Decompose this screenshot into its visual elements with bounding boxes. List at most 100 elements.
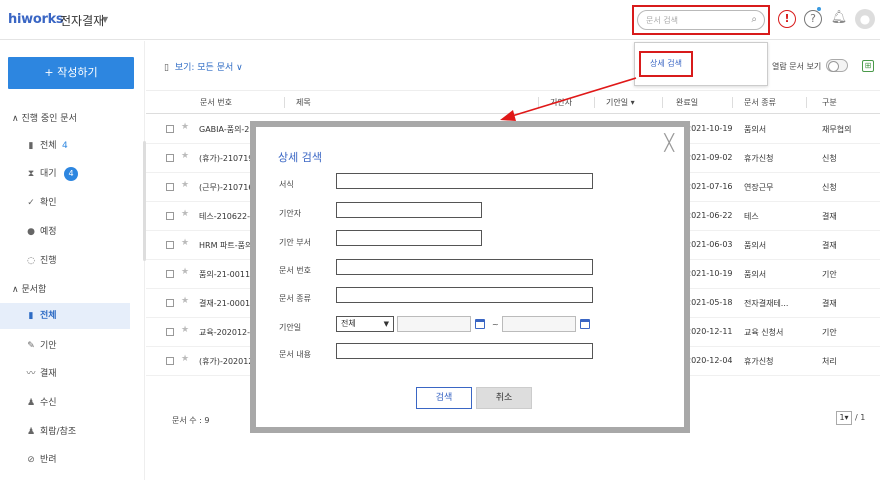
help-icon[interactable]: ?: [804, 10, 822, 28]
star-icon[interactable]: ★: [181, 122, 189, 132]
app-title[interactable]: 전자결재: [60, 12, 104, 29]
row-checkbox[interactable]: [166, 328, 174, 336]
row-checkbox[interactable]: [166, 241, 174, 249]
label-dept: 기안 부서: [279, 238, 311, 247]
star-icon[interactable]: ★: [181, 238, 189, 248]
sidebar-item-waiting[interactable]: ⧗ 대기 4: [0, 161, 130, 187]
table-header: 문서 번호 제목 기안자 기안일 ▾ 완료일 문서 종류 구분: [146, 90, 880, 114]
star-icon[interactable]: ★: [181, 151, 189, 161]
cell-doc-number[interactable]: (휴가)-210719-: [199, 153, 256, 164]
detail-search-option[interactable]: 상세 검색: [639, 51, 693, 77]
detail-search-modal: 상세 검색 ╳ 서식 기안자 기안 부서 문서 번호 문서 종류 기안일 전체 ▼…: [256, 127, 684, 427]
cell-doc-number[interactable]: 품의-21-0011: [199, 269, 250, 280]
sidebar-item-approval[interactable]: 〰 결재: [0, 361, 130, 387]
search-button[interactable]: 검색: [416, 387, 472, 409]
cell-doc-number[interactable]: 교육-202012-0: [199, 327, 255, 338]
cell-doc-number[interactable]: 결재-21-0001: [199, 298, 250, 309]
write-button[interactable]: + 작성하기: [8, 57, 134, 89]
row-checkbox[interactable]: [166, 270, 174, 278]
cell-doc-number[interactable]: (휴가)-202012: [199, 356, 253, 367]
sidebar-item-all-progress[interactable]: ▮ 전체 4: [0, 133, 130, 159]
doc-number-input[interactable]: [336, 259, 593, 275]
col-doc-type[interactable]: 문서 종류: [744, 97, 776, 108]
col-drafter[interactable]: 기안자: [550, 97, 572, 108]
cancel-button[interactable]: 취소: [476, 387, 532, 409]
sidebar-item-scheduled[interactable]: ● 예정: [0, 219, 130, 245]
logo[interactable]: hiworks: [8, 12, 64, 27]
col-sep: [732, 97, 733, 108]
row-checkbox[interactable]: [166, 357, 174, 365]
row-checkbox[interactable]: [166, 299, 174, 307]
sidebar-item-rejected[interactable]: ⊘ 반려: [0, 447, 130, 473]
sidebar-item-draft[interactable]: ✎ 기안: [0, 333, 130, 359]
dept-input[interactable]: [336, 230, 482, 246]
search-input[interactable]: 문서 검색 ⌕: [637, 10, 765, 30]
search-dropdown: 상세 검색: [634, 42, 768, 86]
avatar[interactable]: ●: [855, 9, 875, 29]
section-in-progress[interactable]: ∧ 진행 중인 문서: [12, 111, 77, 124]
sidebar-item-received[interactable]: ♟ 수신: [0, 390, 130, 416]
cell-doc-number[interactable]: (근무)-210716-: [199, 182, 256, 193]
count-badge: 4: [64, 167, 78, 181]
col-draft-date[interactable]: 기안일 ▾: [606, 97, 635, 108]
cell-done-date: 2020-12-04: [686, 356, 733, 365]
drafter-input[interactable]: [336, 202, 482, 218]
document-icon: ▯: [164, 63, 169, 73]
pencil-icon: ✎: [27, 341, 35, 351]
cell-doc-number[interactable]: HRM 파트-품의: [199, 240, 252, 251]
calendar-icon[interactable]: [580, 319, 590, 329]
cell-doc-number[interactable]: 테스-210622-0: [199, 211, 255, 222]
col-done-date[interactable]: 완료일: [676, 97, 698, 108]
col-title[interactable]: 제목: [296, 97, 311, 108]
star-icon[interactable]: ★: [181, 325, 189, 335]
ban-icon: ⊘: [27, 455, 35, 465]
row-checkbox[interactable]: [166, 212, 174, 220]
cell-done-date: 2021-06-22: [686, 211, 733, 220]
chevron-down-icon[interactable]: ▼: [102, 15, 108, 24]
calendar-icon[interactable]: [475, 319, 485, 329]
close-icon[interactable]: ╳: [664, 133, 674, 152]
search-highlight: 문서 검색 ⌕: [632, 5, 770, 35]
cell-category: 기안: [822, 328, 837, 337]
end-date-input[interactable]: [502, 316, 576, 332]
cell-doc-type: 휴가신청: [744, 154, 774, 163]
cell-done-date: 2021-09-02: [686, 153, 733, 162]
hourglass-icon: ⧗: [27, 169, 35, 179]
sidebar-item-circulation[interactable]: ♟ 회람/참조: [0, 419, 130, 445]
start-date-input[interactable]: [397, 316, 471, 332]
cell-category: 신청: [822, 154, 837, 163]
col-sep: [662, 97, 663, 108]
read-toggle[interactable]: [826, 59, 848, 72]
view-filter-select[interactable]: ▯ 보기: 모든 문서 ∨: [164, 60, 243, 73]
sidebar-item-in-progress[interactable]: ◌ 진행: [0, 248, 130, 274]
star-icon[interactable]: ★: [181, 209, 189, 219]
top-bar: hiworks 전자결재 ▼ 문서 검색 ⌕ ! ? 🔔︎ ●: [0, 0, 880, 40]
star-icon[interactable]: ★: [181, 180, 189, 190]
cell-done-date: 2021-10-19: [686, 124, 733, 133]
sidebar-item-confirm[interactable]: ✓ 확인: [0, 190, 130, 216]
cell-done-date: 2021-06-03: [686, 240, 733, 249]
search-icon[interactable]: ⌕: [751, 14, 757, 25]
date-range-select[interactable]: 전체 ▼: [336, 316, 394, 332]
star-icon[interactable]: ★: [181, 354, 189, 364]
col-category[interactable]: 구분: [822, 97, 837, 108]
col-doc-number[interactable]: 문서 번호: [200, 97, 232, 108]
alert-icon[interactable]: !: [778, 10, 796, 28]
section-doc-box[interactable]: ∧ 문서함: [12, 282, 46, 295]
sidebar-item-all-box[interactable]: ▮ 전체: [0, 303, 130, 329]
star-icon[interactable]: ★: [181, 267, 189, 277]
page-total: / 1: [855, 413, 866, 422]
row-checkbox[interactable]: [166, 183, 174, 191]
excel-icon[interactable]: ⊞: [862, 60, 874, 72]
cell-doc-number[interactable]: GABIA-품의-22: [199, 124, 255, 135]
row-checkbox[interactable]: [166, 154, 174, 162]
star-icon[interactable]: ★: [181, 296, 189, 306]
row-checkbox[interactable]: [166, 125, 174, 133]
date-separator: ~: [492, 320, 499, 329]
doc-type-input[interactable]: [336, 287, 593, 303]
content-input[interactable]: [336, 343, 593, 359]
form-input[interactable]: [336, 173, 593, 189]
document-icon: ▮: [28, 311, 34, 321]
page-select[interactable]: 1▾: [836, 411, 852, 425]
bell-icon[interactable]: 🔔︎: [830, 10, 848, 28]
